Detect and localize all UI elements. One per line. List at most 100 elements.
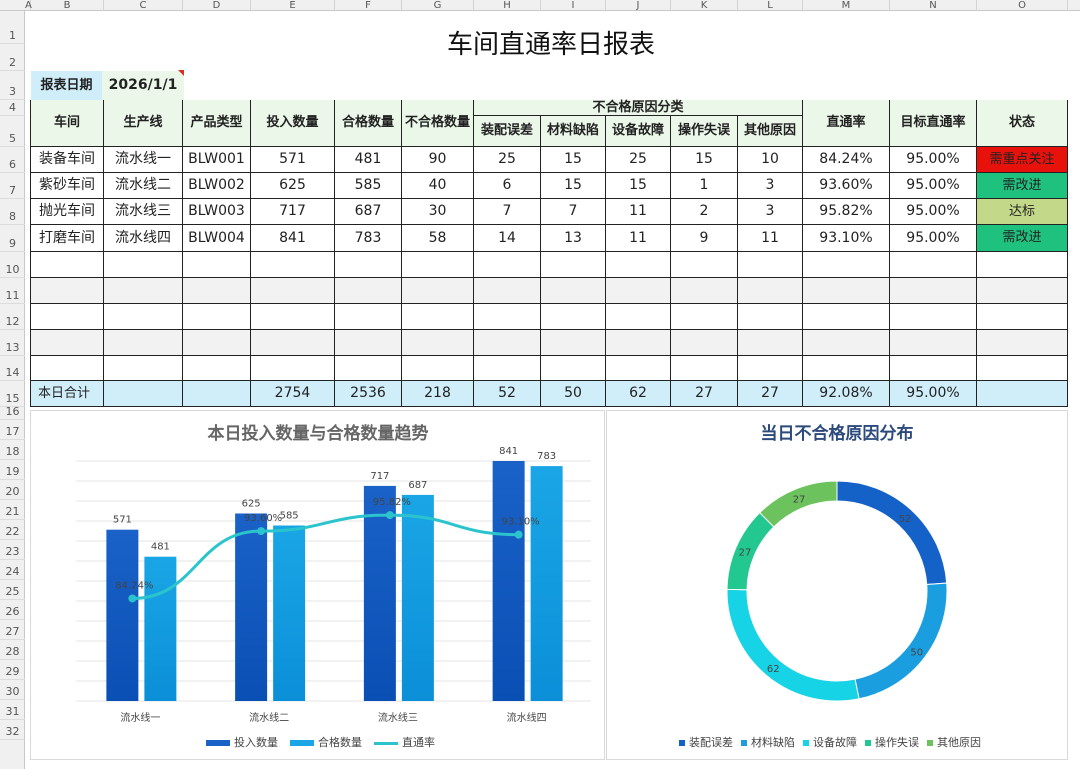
empty-cell[interactable] <box>183 304 251 330</box>
row-header-22[interactable]: 22 <box>0 520 25 540</box>
column-header-n[interactable]: N <box>890 0 977 11</box>
cell-input[interactable]: 571 <box>251 147 335 173</box>
empty-cell[interactable] <box>402 304 474 330</box>
bar-qualified[interactable] <box>401 494 434 701</box>
column-header-c[interactable]: C <box>104 0 183 11</box>
donut-slice[interactable] <box>836 480 948 586</box>
empty-cell[interactable] <box>31 278 104 304</box>
empty-cell[interactable] <box>474 252 541 278</box>
empty-cell[interactable] <box>606 356 671 381</box>
empty-cell[interactable] <box>738 252 803 278</box>
status-badge[interactable]: 达标 <box>977 199 1068 225</box>
report-date-value[interactable]: 2026/1/1 <box>102 71 184 100</box>
empty-cell[interactable] <box>541 252 606 278</box>
row-header-18[interactable]: 18 <box>0 440 25 460</box>
cell-target[interactable]: 95.00% <box>890 173 977 199</box>
total-empty-cell[interactable] <box>183 381 251 407</box>
empty-cell[interactable] <box>31 330 104 356</box>
cell-r2[interactable]: 15 <box>541 173 606 199</box>
cell-r1[interactable]: 14 <box>474 225 541 252</box>
row-header-13[interactable]: 13 <box>0 330 25 356</box>
fpy-point[interactable] <box>514 530 523 539</box>
row-header-28[interactable]: 28 <box>0 640 25 660</box>
empty-cell[interactable] <box>31 252 104 278</box>
row-header-16[interactable]: 16 <box>0 405 25 420</box>
legend-item[interactable]: 合格数量 <box>290 734 362 750</box>
empty-cell[interactable] <box>335 304 402 330</box>
cell-line[interactable]: 流水线四 <box>104 225 183 252</box>
row-header-20[interactable]: 20 <box>0 480 25 500</box>
cell-target[interactable]: 95.00% <box>890 199 977 225</box>
cell-r3[interactable]: 11 <box>606 199 671 225</box>
empty-cell[interactable] <box>977 356 1068 381</box>
empty-cell[interactable] <box>803 356 890 381</box>
status-badge[interactable]: 需改进 <box>977 225 1068 252</box>
empty-cell[interactable] <box>803 330 890 356</box>
total-r4[interactable]: 27 <box>671 381 738 407</box>
cell-r2[interactable]: 13 <box>541 225 606 252</box>
cell-r4[interactable]: 2 <box>671 199 738 225</box>
empty-cell[interactable] <box>251 356 335 381</box>
empty-cell[interactable] <box>402 330 474 356</box>
cell-defect[interactable]: 40 <box>402 173 474 199</box>
empty-cell[interactable] <box>541 330 606 356</box>
cell-fpy[interactable]: 93.60% <box>803 173 890 199</box>
status-badge[interactable]: 需改进 <box>977 173 1068 199</box>
legend-item[interactable]: 直通率 <box>374 734 435 750</box>
cell-target[interactable]: 95.00% <box>890 225 977 252</box>
donut-slice[interactable] <box>854 582 948 700</box>
cell-qualified[interactable]: 585 <box>335 173 402 199</box>
empty-cell[interactable] <box>474 278 541 304</box>
legend-item[interactable]: 材料缺陷 <box>741 734 795 750</box>
row-header-7[interactable]: 7 <box>0 173 25 199</box>
empty-cell[interactable] <box>31 304 104 330</box>
row-header-29[interactable]: 29 <box>0 660 25 680</box>
cell-workshop[interactable]: 打磨车间 <box>31 225 104 252</box>
row-header-15[interactable]: 15 <box>0 381 25 407</box>
empty-cell[interactable] <box>803 304 890 330</box>
empty-cell[interactable] <box>738 278 803 304</box>
total-r5[interactable]: 27 <box>738 381 803 407</box>
column-header-e[interactable]: E <box>251 0 335 11</box>
empty-cell[interactable] <box>803 278 890 304</box>
row-header-25[interactable]: 25 <box>0 580 25 600</box>
empty-cell[interactable] <box>671 330 738 356</box>
status-badge[interactable]: 需重点关注 <box>977 147 1068 173</box>
empty-cell[interactable] <box>671 278 738 304</box>
column-header-j[interactable]: J <box>606 0 671 11</box>
empty-cell[interactable] <box>104 304 183 330</box>
row-header-19[interactable]: 19 <box>0 460 25 480</box>
cell-defect[interactable]: 90 <box>402 147 474 173</box>
cell-r3[interactable]: 25 <box>606 147 671 173</box>
cell-r4[interactable]: 9 <box>671 225 738 252</box>
legend-item[interactable]: 投入数量 <box>206 734 278 750</box>
row-header-12[interactable]: 12 <box>0 304 25 330</box>
column-header-o[interactable]: O <box>977 0 1068 11</box>
cell-r5[interactable]: 3 <box>738 173 803 199</box>
empty-cell[interactable] <box>606 278 671 304</box>
cell-qualified[interactable]: 481 <box>335 147 402 173</box>
empty-cell[interactable] <box>402 278 474 304</box>
empty-cell[interactable] <box>977 252 1068 278</box>
total-r1[interactable]: 52 <box>474 381 541 407</box>
empty-cell[interactable] <box>977 278 1068 304</box>
empty-cell[interactable] <box>402 356 474 381</box>
total-fpy[interactable]: 92.08% <box>803 381 890 407</box>
empty-cell[interactable] <box>183 356 251 381</box>
empty-cell[interactable] <box>541 304 606 330</box>
empty-cell[interactable] <box>335 252 402 278</box>
row-header-17[interactable]: 17 <box>0 420 25 440</box>
legend-item[interactable]: 其他原因 <box>927 734 981 750</box>
column-header-b[interactable]: B <box>31 0 104 11</box>
cell-r2[interactable]: 15 <box>541 147 606 173</box>
row-header-31[interactable]: 31 <box>0 700 25 720</box>
column-header-d[interactable]: D <box>183 0 251 11</box>
total-qualified[interactable]: 2536 <box>335 381 402 407</box>
cell-r1[interactable]: 7 <box>474 199 541 225</box>
cell-input[interactable]: 841 <box>251 225 335 252</box>
empty-cell[interactable] <box>474 330 541 356</box>
fpy-point[interactable] <box>128 594 137 603</box>
column-header-i[interactable]: I <box>541 0 606 11</box>
cell-r3[interactable]: 15 <box>606 173 671 199</box>
cell-workshop[interactable]: 紫砂车间 <box>31 173 104 199</box>
